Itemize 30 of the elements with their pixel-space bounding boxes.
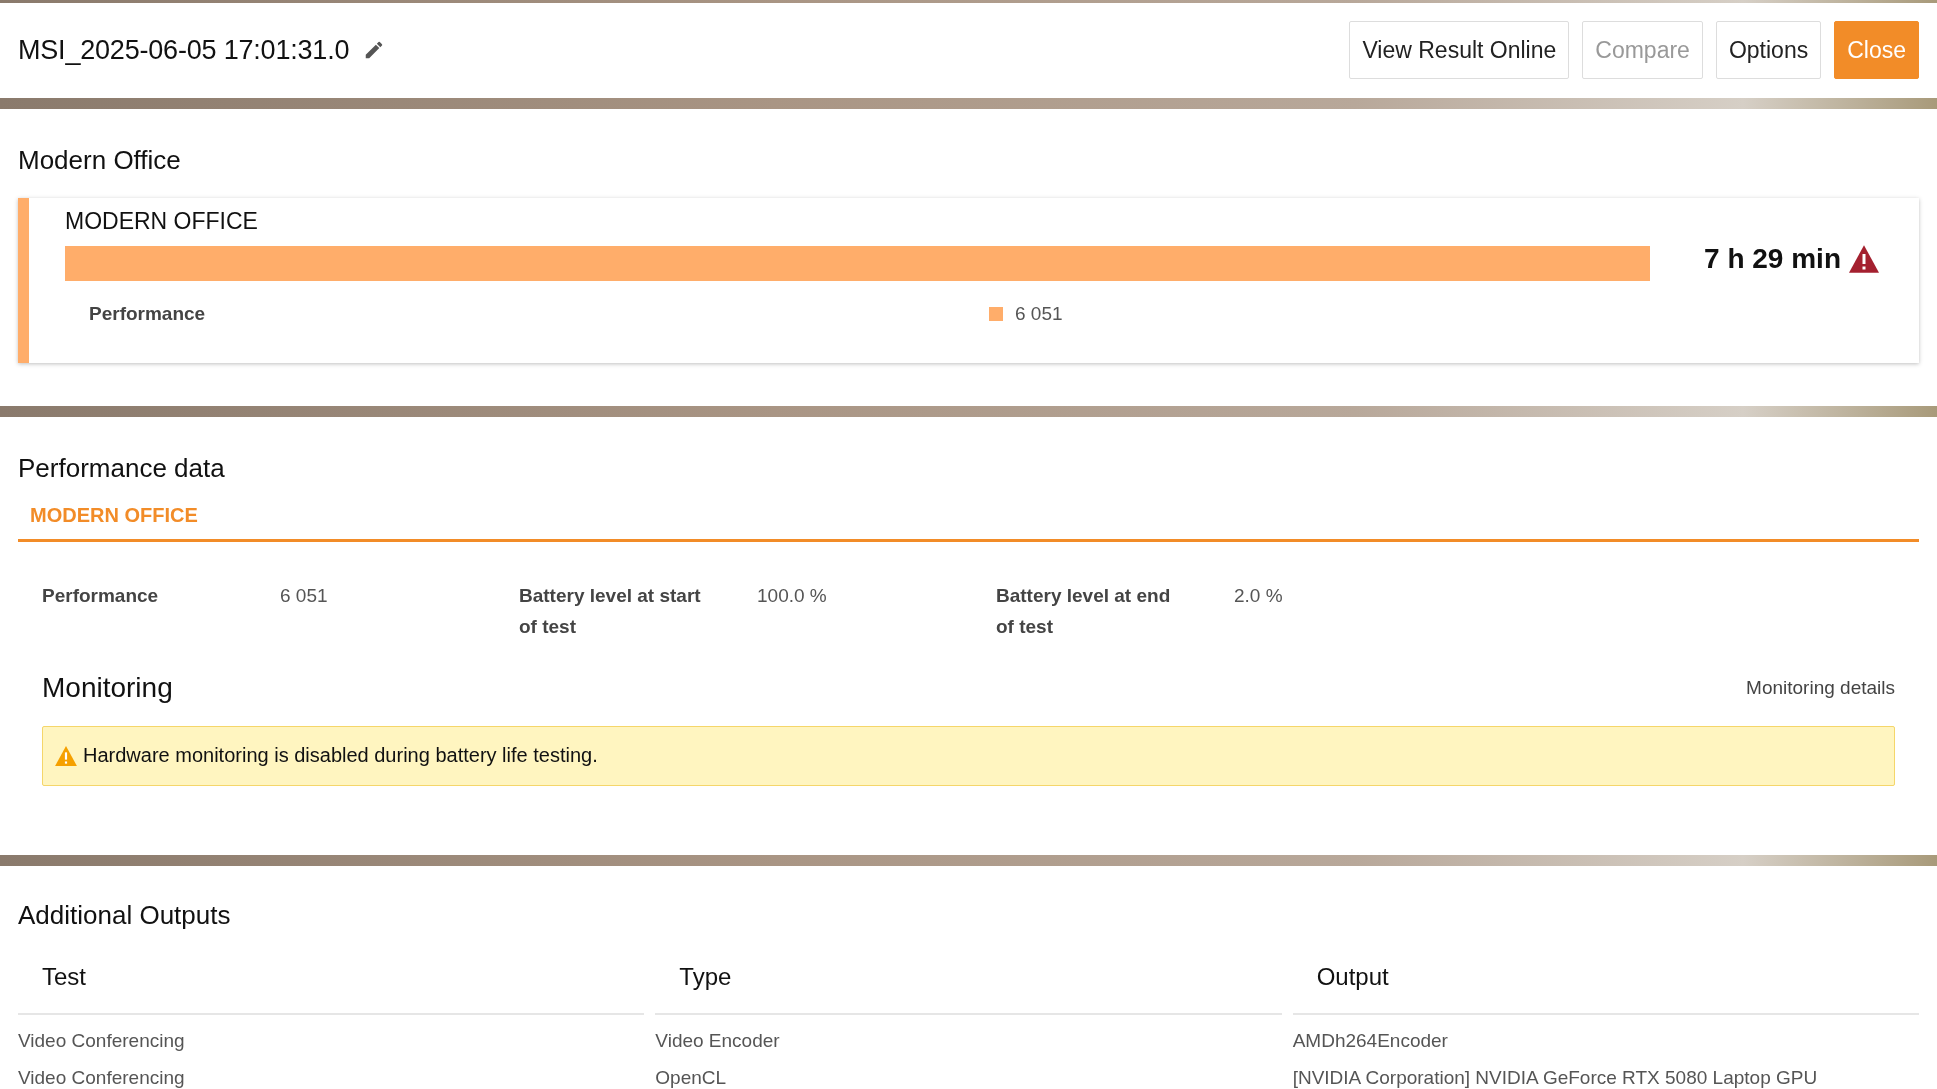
field-value: 100.0 % <box>757 583 827 608</box>
warning-message: Hardware monitoring is disabled during battery life testing. <box>83 744 598 768</box>
column-header: Type <box>655 949 1282 1015</box>
field-label: Battery level at end of test <box>996 583 1172 639</box>
monitoring-title: Monitoring <box>42 671 173 704</box>
table-cell-text: [NVIDIA Corporation] NVIDIA GeForce RTX 5080 Laptop GPU <box>1292 1066 1819 1089</box>
section-title: Additional Outputs <box>18 900 232 931</box>
table-cell-text: Video Conferencing <box>18 1066 186 1089</box>
metric-value: 6 051 <box>1015 302 1063 325</box>
toolbar-button[interactable]: View Result Online <box>1349 21 1570 80</box>
monitoring-details-link[interactable]: Monitoring details <box>1746 676 1895 699</box>
battery-life-result: 7 h 29 min <box>1704 242 1841 275</box>
section-title: Modern Office <box>18 144 182 176</box>
result-title: MSI_2025-06-05 17:01:31.0 <box>18 34 350 66</box>
table-cell-text: Video Conferencing <box>18 1029 186 1052</box>
field-value: 2.0 % <box>1234 583 1283 608</box>
warning-icon <box>55 745 77 766</box>
table-cell-text: AMDh264Encoder <box>1292 1029 1449 1052</box>
field-label: Performance <box>42 583 160 608</box>
section-title: Performance data <box>18 452 226 484</box>
toolbar-button[interactable]: Options <box>1715 21 1822 80</box>
table-cell-text: OpenCL <box>655 1066 728 1089</box>
field-label: Battery level at start of test <box>519 583 702 639</box>
metric-label: Performance <box>89 302 207 325</box>
table-cell-text: Video Encoder <box>655 1029 781 1052</box>
test-name: MODERN OFFICE <box>65 207 259 236</box>
field-value: 6 051 <box>280 583 328 608</box>
column-header: Test <box>18 949 645 1015</box>
column-header: Output <box>1292 949 1919 1015</box>
legend-swatch <box>989 306 1003 321</box>
